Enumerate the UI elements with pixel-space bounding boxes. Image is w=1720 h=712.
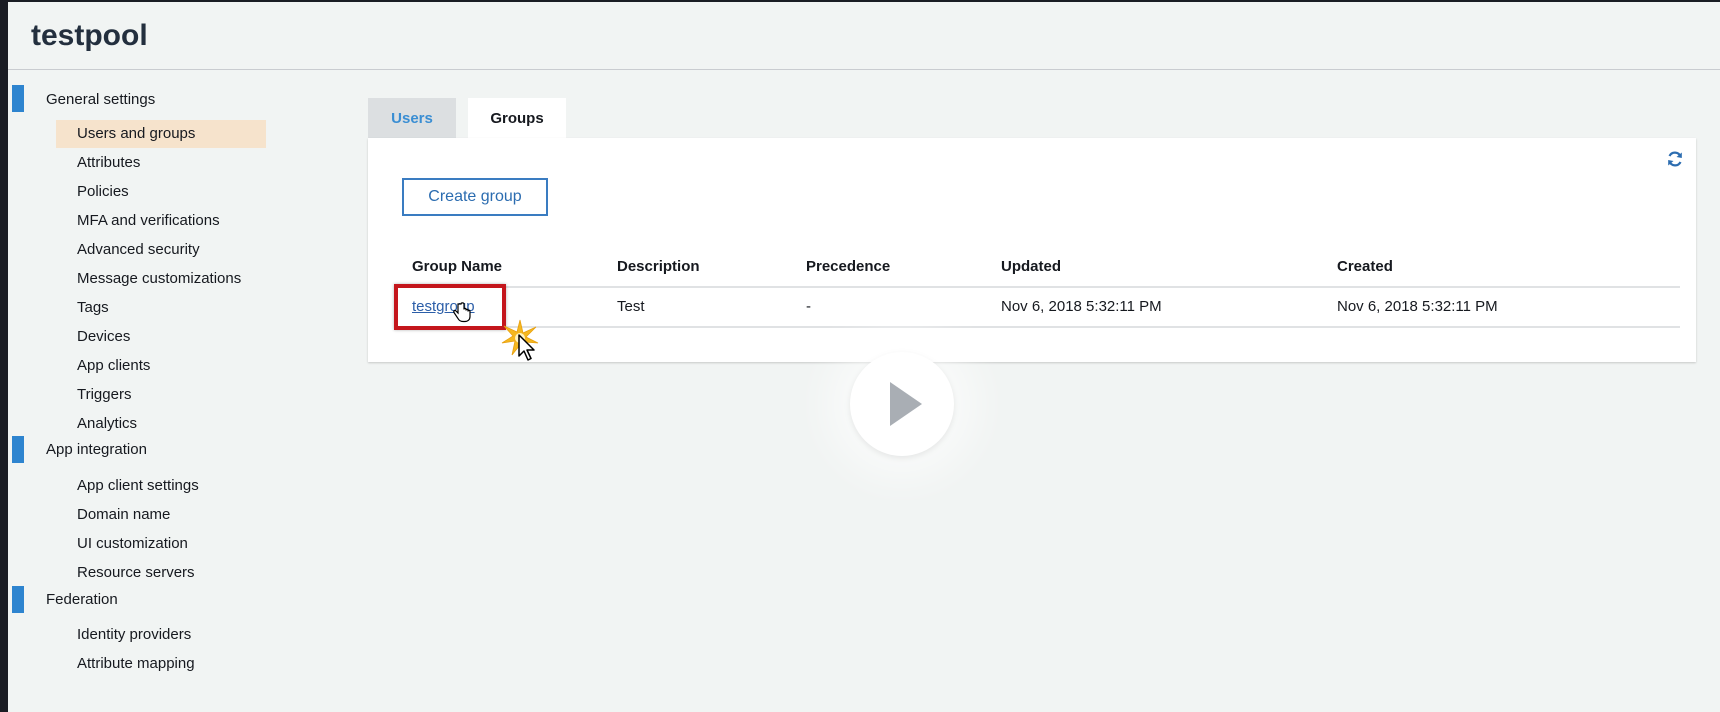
column-header-group-name[interactable]: Group Name	[412, 258, 502, 275]
sidebar-item-triggers[interactable]: Triggers	[56, 381, 266, 409]
refresh-icon[interactable]	[1666, 150, 1684, 168]
column-header-description[interactable]: Description	[617, 258, 700, 275]
sidebar-item-ui-customization[interactable]: UI customization	[56, 530, 266, 558]
sidebar-item-attributes[interactable]: Attributes	[56, 149, 266, 177]
section-marker	[12, 586, 24, 613]
sidebar-item-message-customizations[interactable]: Message customizations	[56, 265, 266, 293]
sidebar-item-users-and-groups[interactable]: Users and groups	[56, 120, 266, 148]
section-marker	[12, 85, 24, 112]
create-group-button[interactable]: Create group	[402, 178, 548, 216]
page-title: testpool	[31, 19, 148, 52]
app-window: testpool General settings Users and grou…	[8, 2, 1720, 712]
sidebar-item-app-client-settings[interactable]: App client settings	[56, 472, 266, 500]
sidebar-item-attribute-mapping[interactable]: Attribute mapping	[56, 650, 266, 678]
click-highlight-box	[394, 284, 506, 330]
sidebar-item-domain-name[interactable]: Domain name	[56, 501, 266, 529]
sidebar-section-federation[interactable]: Federation	[46, 586, 118, 614]
section-marker	[12, 436, 24, 463]
table-divider	[402, 286, 1680, 288]
group-description: Test	[617, 298, 645, 315]
mouse-pointer-icon	[518, 334, 535, 361]
sidebar-section-general-settings[interactable]: General settings	[46, 86, 155, 114]
group-created: Nov 6, 2018 5:32:11 PM	[1337, 298, 1498, 315]
column-header-created[interactable]: Created	[1337, 258, 1393, 275]
sidebar-item-advanced-security[interactable]: Advanced security	[56, 236, 266, 264]
group-updated: Nov 6, 2018 5:32:11 PM	[1001, 298, 1162, 315]
title-bar: testpool	[8, 2, 1720, 70]
column-header-updated[interactable]: Updated	[1001, 258, 1061, 275]
sidebar-item-mfa[interactable]: MFA and verifications	[56, 207, 266, 235]
sidebar-item-analytics[interactable]: Analytics	[56, 410, 266, 438]
sidebar-item-resource-servers[interactable]: Resource servers	[56, 559, 266, 587]
tab-groups[interactable]: Groups	[468, 98, 566, 140]
groups-panel: Create group Group Name Description Prec…	[368, 138, 1696, 362]
group-precedence: -	[806, 298, 811, 315]
column-header-precedence[interactable]: Precedence	[806, 258, 890, 275]
play-icon	[890, 382, 922, 426]
play-button[interactable]	[850, 352, 954, 456]
table-divider	[402, 326, 1680, 328]
sidebar-item-app-clients[interactable]: App clients	[56, 352, 266, 380]
hand-cursor-icon	[453, 302, 471, 323]
sidebar-item-tags[interactable]: Tags	[56, 294, 266, 322]
sidebar-item-devices[interactable]: Devices	[56, 323, 266, 351]
sidebar-section-app-integration[interactable]: App integration	[46, 436, 147, 464]
tab-users[interactable]: Users	[368, 98, 456, 140]
sidebar-item-identity-providers[interactable]: Identity providers	[56, 621, 266, 649]
sidebar-item-policies[interactable]: Policies	[56, 178, 266, 206]
